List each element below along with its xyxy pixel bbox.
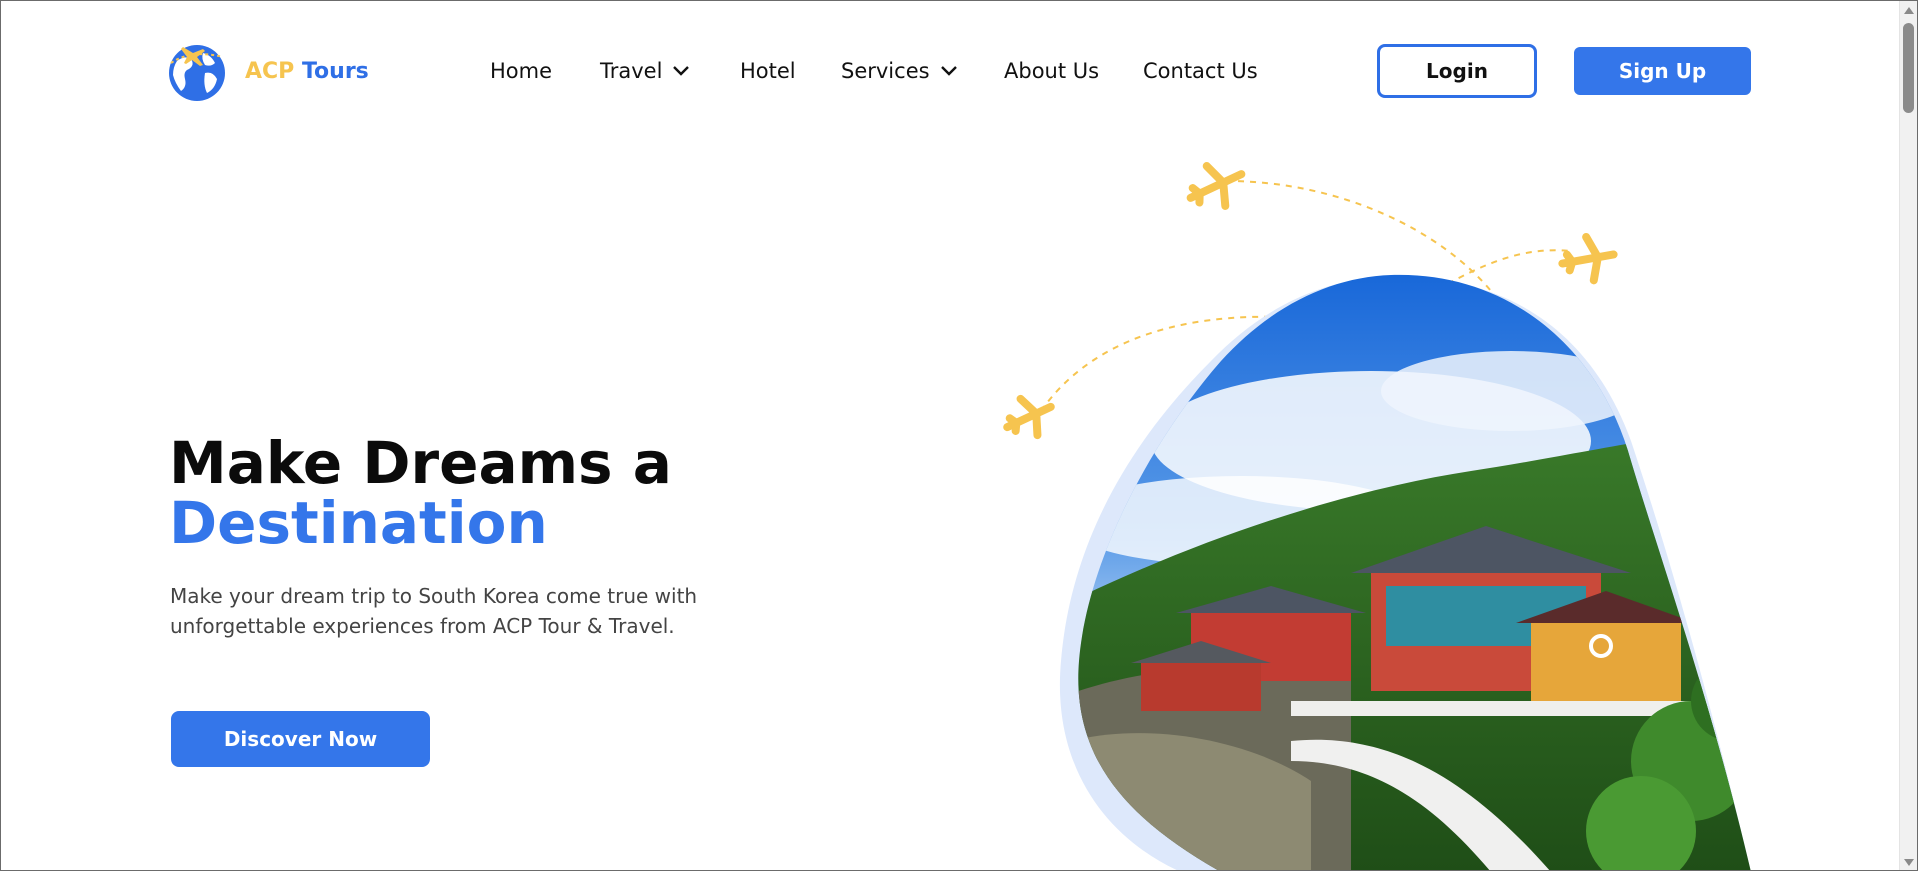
scroll-up-arrow-icon[interactable] [1904, 7, 1914, 14]
brand-name: ACP Tours [245, 59, 369, 84]
hero-description: Make your dream trip to South Korea come… [170, 584, 698, 638]
nav-item-travel[interactable]: Travel [600, 59, 690, 83]
hero-illustration [1003, 162, 1751, 870]
hero-title-line1: Make Dreams a [169, 429, 672, 497]
chevron-down-icon [673, 66, 690, 76]
nav-item-label: Contact Us [1143, 59, 1258, 83]
nav-item-label: Home [490, 59, 553, 83]
login-button[interactable]: Login [1377, 44, 1537, 98]
hero-title: Make Dreams a Destination [169, 433, 672, 553]
chevron-down-icon [940, 66, 957, 76]
hero-title-line2: Destination [169, 489, 548, 557]
nav-item-contact-us[interactable]: Contact Us [1143, 59, 1258, 83]
brand-name-part1: ACP [245, 58, 295, 84]
nav-item-label: About Us [1004, 59, 1100, 83]
nav-item-label: Hotel [740, 59, 796, 83]
browser-viewport: ACP Tours Home Travel Hotel Services Abo… [0, 0, 1918, 871]
temple-photo [1078, 274, 1751, 870]
brand-logo[interactable]: ACP Tours [163, 39, 369, 103]
airplane-icon [1558, 232, 1618, 285]
page-scrollbar[interactable] [1899, 1, 1917, 870]
nav-item-about-us[interactable]: About Us [1004, 59, 1099, 83]
signup-button[interactable]: Sign Up [1574, 47, 1751, 95]
scroll-down-arrow-icon[interactable] [1904, 859, 1914, 866]
nav-item-home[interactable]: Home [490, 59, 552, 83]
nav-item-services[interactable]: Services [841, 59, 958, 83]
brand-name-part2: Tours [294, 58, 369, 84]
nav-item-label: Travel [600, 59, 663, 83]
nav-item-label: Services [841, 59, 930, 83]
globe-airplane-icon [169, 45, 225, 101]
scroll-thumb[interactable] [1903, 23, 1914, 113]
discover-now-button[interactable]: Discover Now [171, 711, 430, 767]
airplane-icon [1186, 162, 1246, 210]
nav-item-hotel[interactable]: Hotel [740, 59, 796, 83]
airplane-icon [1003, 394, 1055, 440]
